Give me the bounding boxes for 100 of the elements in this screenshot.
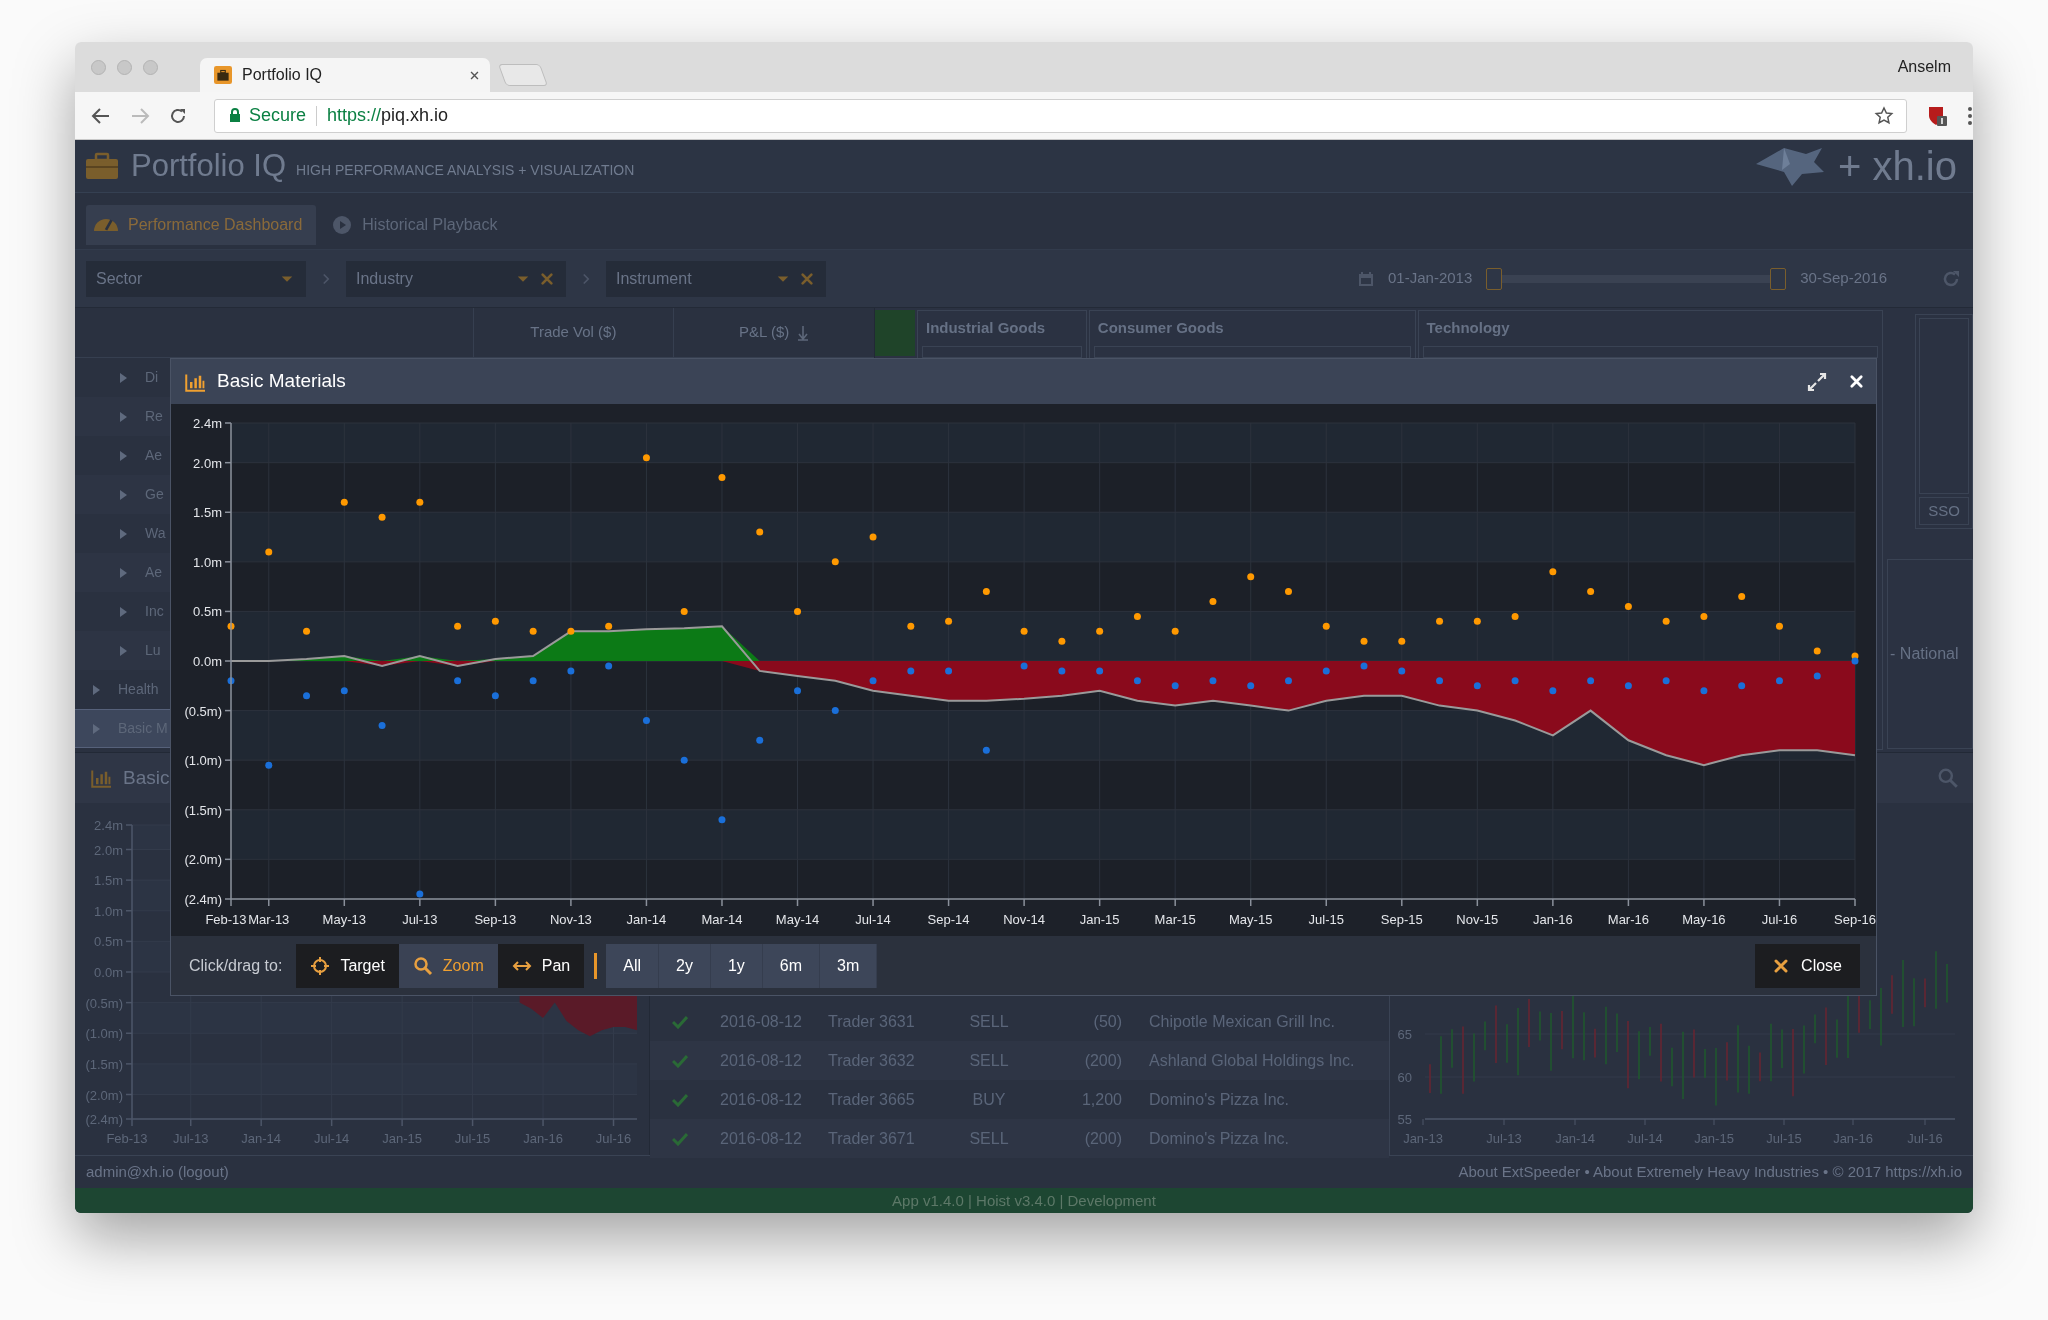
y-tick-label: (2.0m)	[85, 1087, 123, 1103]
y-tick-label: (0.5m)	[85, 995, 123, 1011]
range-button[interactable]: 3m	[820, 943, 878, 988]
scatter-point	[1662, 617, 1670, 625]
cell-label: - National	[1890, 644, 1959, 664]
address-field[interactable]: Secure https://piq.xh.io	[214, 98, 1907, 133]
close-icon[interactable]	[1849, 374, 1864, 389]
expand-arrow-icon[interactable]	[92, 683, 101, 696]
scatter-point	[1133, 612, 1141, 620]
mode-button[interactable]: Pan	[497, 943, 585, 988]
y-tick-label: 0.5m	[94, 934, 123, 950]
treemap-cell[interactable]	[875, 310, 915, 356]
slider-handle[interactable]	[1770, 267, 1787, 290]
scatter-point	[1020, 662, 1028, 670]
footer-links: About ExtSpeeder • About Extremely Heavy Industries • © 2017 https://xh.io	[1458, 1161, 1962, 1182]
scatter-point	[680, 607, 688, 615]
briefcase-icon	[85, 152, 119, 180]
menu-icon[interactable]	[1967, 105, 1973, 126]
scatter-point	[1587, 588, 1595, 596]
range-button[interactable]: 6m	[762, 943, 821, 988]
treemap-cell[interactable]	[921, 345, 1082, 358]
reload-icon[interactable]	[169, 106, 187, 125]
close-window-button[interactable]	[91, 59, 106, 75]
magnifier-icon	[412, 955, 433, 976]
scatter-point	[340, 498, 348, 506]
treemap-cell[interactable]	[1093, 345, 1411, 358]
range-button[interactable]: 1y	[710, 943, 763, 988]
trader-cell-text: Trader 3665	[828, 1089, 916, 1110]
range-button[interactable]: All	[606, 943, 659, 988]
slider-handle[interactable]	[1486, 267, 1503, 290]
scatter-point	[945, 667, 953, 675]
y-tick-label: 2.0m	[94, 842, 123, 858]
browser-tab[interactable]: Portfolio IQ	[200, 58, 490, 92]
side-cell-text: BUY	[971, 1089, 1007, 1110]
group-label: Consumer Goods	[1096, 318, 1225, 338]
version-text: App v1.4.0 | Hoist v3.4.0 | Development	[892, 1192, 1156, 1209]
y-tick-label: 0.0m	[193, 654, 222, 669]
mode-button[interactable]: Zoom	[398, 943, 498, 988]
close-tab-icon[interactable]	[469, 69, 480, 81]
star-icon[interactable]	[1874, 105, 1894, 126]
x-tick-label: Jul-13	[1486, 1131, 1522, 1146]
expand-arrow-icon[interactable]	[119, 527, 128, 540]
scatter-point	[1058, 667, 1066, 675]
x-tick-label: May-15	[1229, 912, 1273, 927]
end-date: 30-Sep-2016	[1800, 268, 1887, 289]
profile-name[interactable]: Anselm	[1897, 55, 1951, 79]
expand-arrow-icon[interactable]	[119, 488, 128, 501]
scatter-point	[1624, 682, 1632, 690]
row-label: Inc	[145, 602, 164, 621]
extension-icon[interactable]	[1926, 104, 1948, 127]
scatter-point	[1473, 617, 1481, 625]
quantity-cell-text: 1,200	[1080, 1089, 1122, 1110]
check-icon	[672, 1053, 688, 1068]
toolbar-label: Click/drag to:	[189, 955, 283, 976]
scatter-point	[416, 890, 424, 898]
new-tab-button[interactable]	[498, 64, 548, 86]
scatter-point	[1322, 667, 1330, 675]
scatter-point	[529, 627, 537, 635]
scatter-point	[1171, 627, 1179, 635]
scatter-point	[794, 687, 801, 695]
search-icon[interactable]	[1937, 767, 1959, 789]
treemap-cell[interactable]	[1422, 345, 1879, 358]
scatter-point	[718, 474, 726, 482]
expand-arrow-icon[interactable]	[119, 566, 128, 579]
range-button[interactable]: 2y	[659, 943, 711, 988]
x-tick-label: Mar-16	[1607, 912, 1649, 927]
minimize-window-button[interactable]	[117, 59, 132, 75]
expand-arrow-icon[interactable]	[119, 449, 128, 462]
refresh-icon[interactable]	[1941, 268, 1961, 289]
zoom-window-button[interactable]	[143, 59, 158, 75]
scatter-point	[982, 588, 990, 596]
clear-icon[interactable]	[540, 271, 554, 286]
back-icon[interactable]	[91, 106, 111, 125]
scatter-point	[756, 528, 764, 536]
x-tick-label: Jan-14	[626, 912, 667, 927]
scatter-point	[756, 736, 764, 744]
close-button[interactable]: Close	[1755, 943, 1860, 988]
scatter-point	[491, 617, 499, 625]
forward-icon[interactable]	[130, 106, 150, 125]
scatter-point	[1700, 612, 1708, 620]
expand-arrow-icon[interactable]	[119, 371, 128, 384]
row-label: Di	[145, 368, 159, 387]
expand-arrow-icon[interactable]	[92, 722, 101, 735]
x-tick-label: Jan-13	[1403, 1131, 1443, 1146]
clear-icon[interactable]	[800, 271, 814, 286]
scatter-point	[1171, 682, 1179, 690]
expand-arrow-icon[interactable]	[119, 605, 128, 618]
expand-icon[interactable]	[1807, 371, 1827, 392]
y-tick-label: 0.5m	[193, 604, 222, 620]
expand-arrow-icon[interactable]	[119, 644, 128, 657]
scatter-point	[1549, 568, 1557, 576]
mode-button[interactable]: Target	[296, 943, 399, 988]
x-tick-label: Jan-15	[1079, 912, 1120, 927]
x-tick-label: Jan-16	[1833, 1131, 1873, 1146]
scatter-point	[454, 677, 462, 685]
play-icon	[332, 215, 353, 235]
favicon-icon	[214, 66, 232, 84]
scatter-point	[1700, 687, 1708, 695]
scatter-point	[1738, 593, 1746, 601]
expand-arrow-icon[interactable]	[119, 410, 128, 423]
